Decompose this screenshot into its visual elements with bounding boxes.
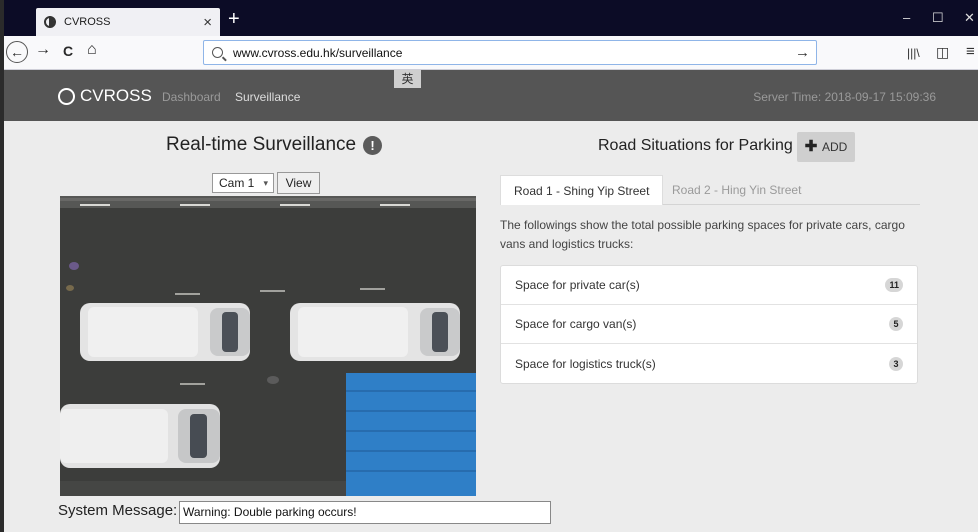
site-favicon-icon (44, 16, 56, 28)
list-item-label: Space for private car(s) (515, 278, 640, 292)
home-button[interactable]: ⌂ (87, 42, 97, 58)
surveillance-section: Real-time Surveillance ! (166, 134, 383, 156)
tab-road-2[interactable]: Road 2 - Hing Yin Street (659, 175, 814, 205)
server-time: Server Time: 2018-09-17 15:09:36 (753, 90, 936, 104)
list-item: Space for cargo van(s) 5 (501, 305, 917, 344)
tab-title: CVROSS (64, 16, 111, 28)
system-message-field[interactable]: Warning: Double parking occurs! (179, 501, 551, 524)
browser-tab[interactable]: CVROSS × (36, 8, 220, 36)
site-header: CVROSS Dashboard Surveillance Server Tim… (4, 70, 978, 121)
new-tab-button[interactable]: + (228, 9, 240, 29)
system-message-label: System Message: (58, 502, 178, 519)
chevron-down-icon: ▾ (263, 178, 268, 188)
library-icon[interactable]: |||\ (907, 46, 920, 60)
back-button[interactable]: ← (6, 41, 28, 63)
sidebar-icon[interactable]: ◫ (936, 44, 949, 61)
surveillance-title: Real-time Surveillance (166, 134, 357, 155)
minimize-button[interactable]: – (903, 11, 910, 24)
reload-button[interactable]: C (63, 44, 73, 58)
camera-select[interactable]: Cam 1 ▾ (212, 173, 274, 193)
camera-select-value: Cam 1 (219, 176, 255, 190)
view-button[interactable]: View (277, 172, 320, 194)
list-item: Space for private car(s) 11 (501, 266, 917, 305)
camera-feed-image (60, 196, 476, 496)
tab-road-1[interactable]: Road 1 - Shing Yip Street (500, 175, 664, 205)
nav-surveillance[interactable]: Surveillance (235, 90, 300, 104)
go-arrow-icon[interactable]: → (795, 44, 810, 61)
close-window-button[interactable]: ✕ (964, 11, 975, 24)
parking-title: Road Situations for Parking (598, 137, 793, 154)
nav-dashboard[interactable]: Dashboard (162, 90, 221, 104)
url-text[interactable]: www.cvross.edu.hk/surveillance (233, 46, 795, 60)
menu-icon[interactable]: ≡ (966, 43, 975, 60)
parking-description: The followings show the total possible p… (500, 218, 905, 251)
road-tabs: Road 1 - Shing Yip Street Road 2 - Hing … (500, 175, 920, 205)
parking-space-list: Space for private car(s) 11 Space for ca… (500, 265, 918, 384)
browser-tab-bar: CVROSS × + – ☐ ✕ (0, 0, 978, 36)
count-badge: 5 (889, 317, 903, 331)
window-edge (0, 0, 4, 532)
info-icon[interactable]: ! (363, 135, 383, 155)
plus-icon: ✚ (804, 138, 818, 155)
search-icon (212, 47, 223, 58)
add-button-label: ADD (821, 140, 848, 154)
brand[interactable]: CVROSS (58, 86, 152, 106)
main-content: Real-time Surveillance ! Cam 1 ▾ View Sy… (4, 121, 978, 532)
address-bar[interactable]: www.cvross.edu.hk/surveillance → (203, 40, 817, 65)
count-badge: 11 (885, 278, 903, 292)
brand-name: CVROSS (80, 86, 152, 105)
camera-feed (60, 196, 476, 496)
list-item-label: Space for cargo van(s) (515, 317, 637, 331)
tab-close-icon[interactable]: × (203, 15, 212, 30)
count-badge: 3 (889, 356, 903, 371)
ime-indicator: 英 (394, 70, 421, 88)
maximize-button[interactable]: ☐ (932, 11, 944, 24)
list-item: Space for logistics truck(s) 3 (501, 344, 917, 383)
browser-toolbar: ← → C ⌂ www.cvross.edu.hk/surveillance →… (0, 36, 978, 70)
logo-icon (58, 87, 75, 105)
add-button[interactable]: ✚ ADD (797, 132, 855, 162)
forward-button[interactable]: → (35, 42, 51, 58)
list-item-label: Space for logistics truck(s) (515, 356, 656, 371)
